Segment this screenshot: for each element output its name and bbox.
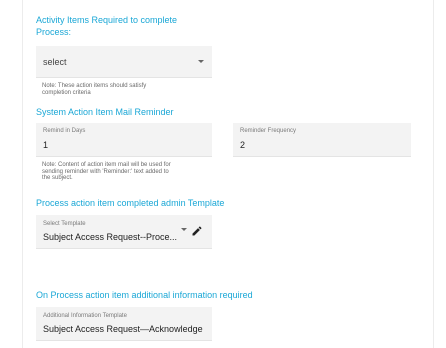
additional-info-template-field[interactable]: Additional Information Template Subject … [36, 307, 212, 341]
activity-items-select[interactable]: select [36, 46, 212, 78]
remind-in-days-label: Remind in Days [43, 128, 86, 134]
chevron-down-icon [198, 60, 204, 63]
mail-reminder-note: Note: Content of action item mail will b… [42, 162, 171, 181]
additional-info-template-value: Subject Access Request—Acknowledge [43, 324, 203, 334]
remind-in-days-field[interactable]: Remind in Days 1 [36, 123, 212, 157]
admin-template-select-value: Subject Access Request--Proce... [43, 232, 178, 242]
mail-reminder-heading: System Action Item Mail Reminder [36, 107, 174, 117]
additional-info-heading: On Process action item additional inform… [36, 290, 253, 300]
admin-template-select[interactable]: Select Template Subject Access Request--… [36, 215, 212, 249]
activity-items-select-value: select [43, 57, 67, 67]
reminder-frequency-label: Reminder Frequency [240, 128, 297, 134]
reminder-frequency-value: 2 [240, 140, 246, 150]
reminder-frequency-field[interactable]: Reminder Frequency 2 [233, 123, 411, 157]
additional-info-template-label: Additional Information Template [43, 313, 127, 319]
pencil-icon[interactable] [191, 225, 203, 237]
activity-items-note: Note: These action items should satisfy … [42, 83, 147, 96]
admin-template-heading: Process action item completed admin Temp… [36, 198, 225, 208]
chevron-down-icon[interactable] [181, 228, 187, 231]
admin-template-select-label: Select Template [43, 221, 86, 227]
remind-in-days-value: 1 [43, 140, 49, 150]
activity-items-heading: Activity Items Required to complete Proc… [36, 15, 178, 37]
